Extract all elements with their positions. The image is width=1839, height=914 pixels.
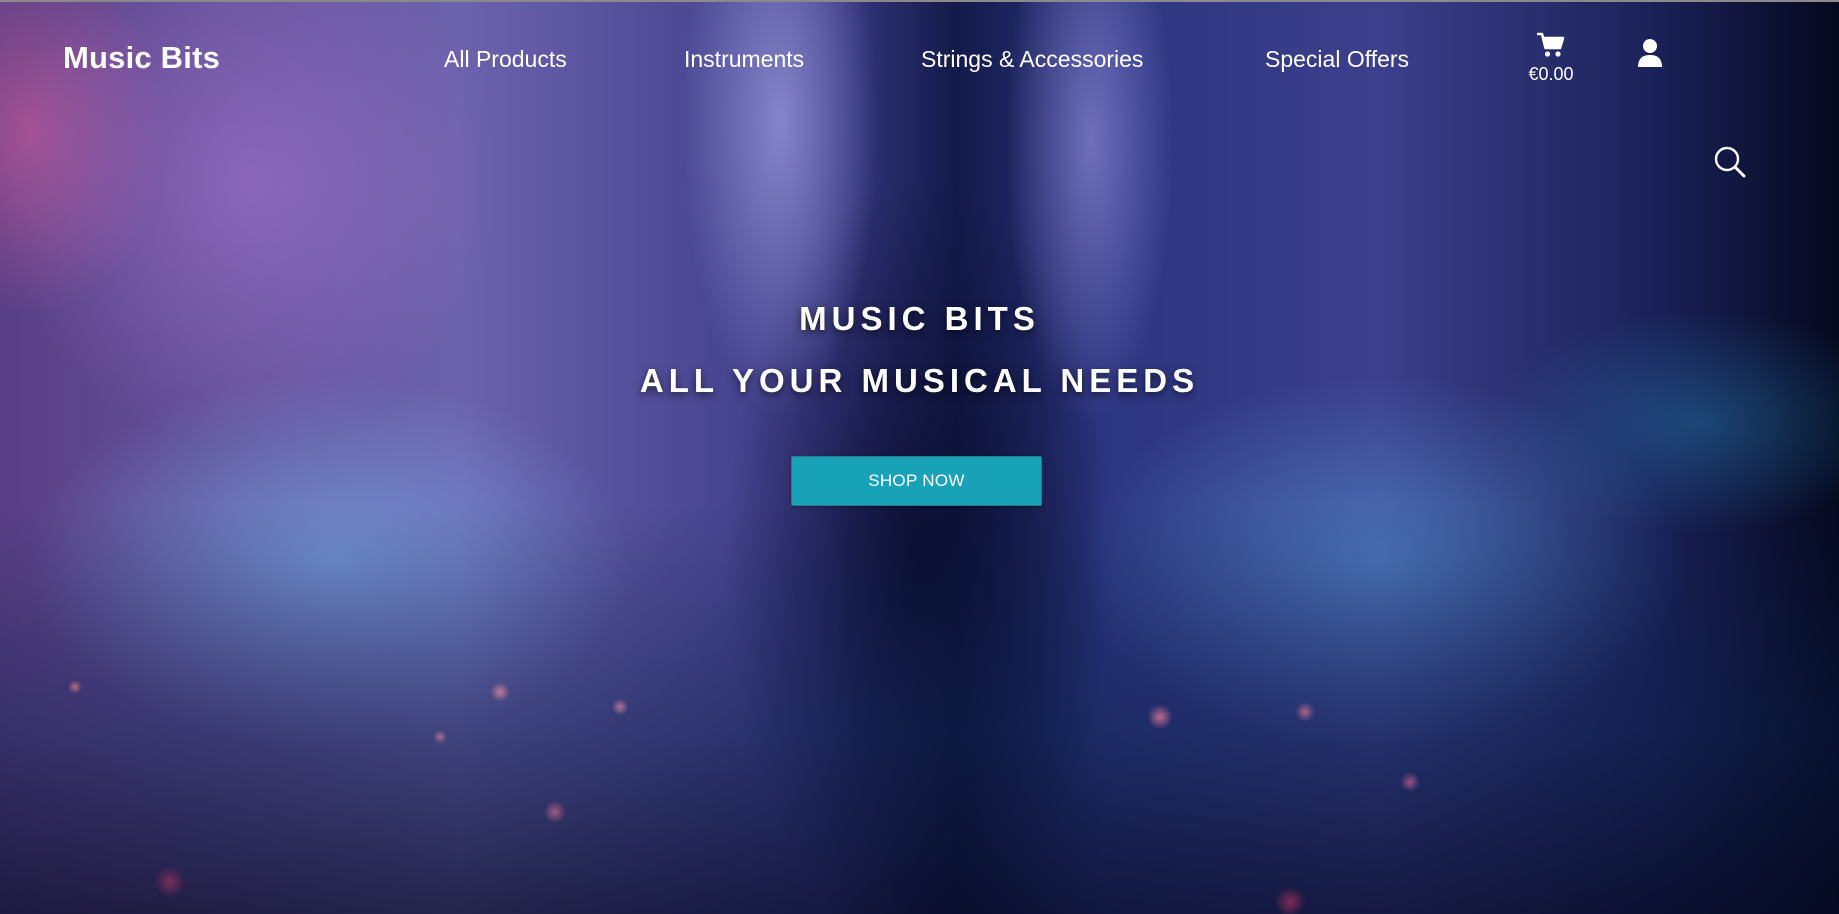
shop-now-button[interactable]: SHOP NOW <box>791 456 1042 506</box>
page: Music Bits All Products Instruments Stri… <box>0 0 1839 914</box>
hero-title: MUSIC BITS <box>799 300 1040 337</box>
hero: MUSIC BITS ALL YOUR MUSICAL NEEDS SHOP N… <box>0 2 1839 914</box>
hero-subtitle: ALL YOUR MUSICAL NEEDS <box>639 362 1200 399</box>
